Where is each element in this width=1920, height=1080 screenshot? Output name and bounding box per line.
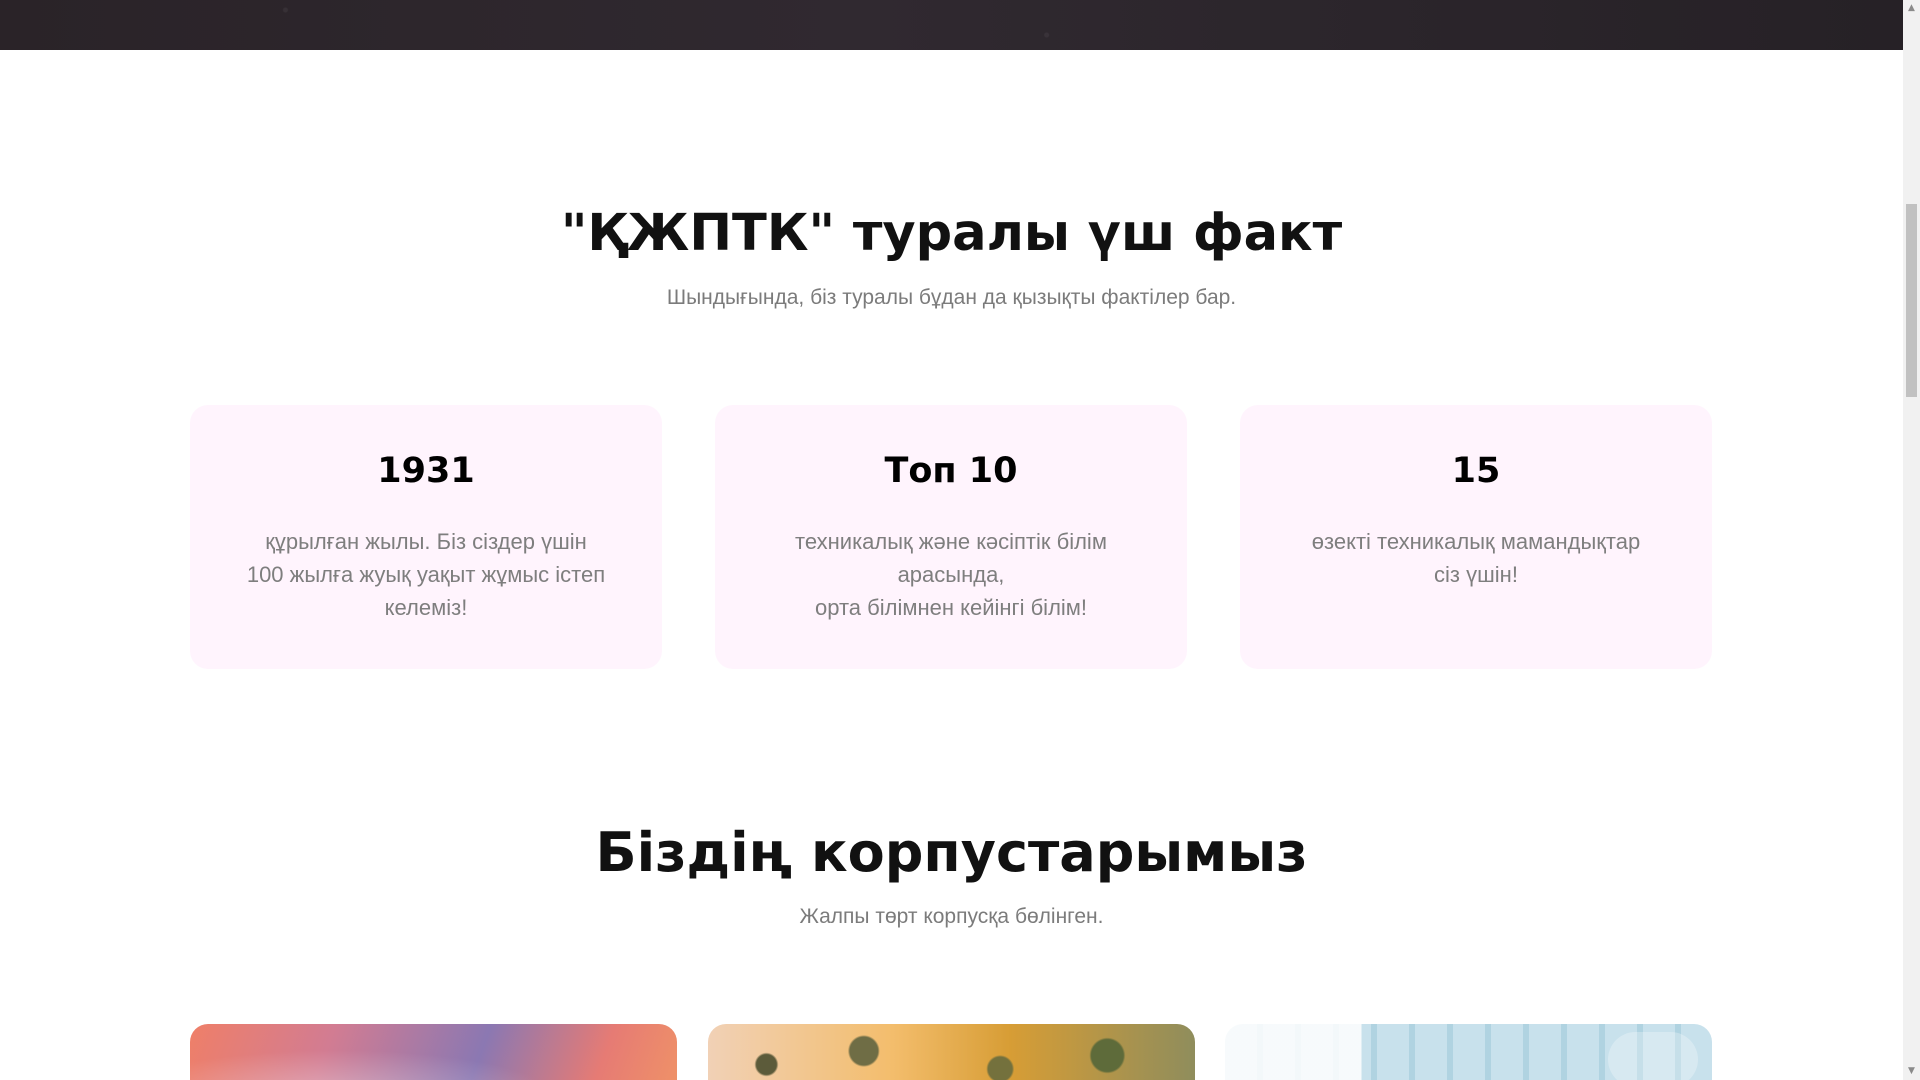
vertical-scrollbar[interactable]: ▲ ▼	[1903, 0, 1920, 1080]
fact-card-specialties: 15 өзекті техникалық мамандықтар сіз үші…	[1240, 405, 1712, 669]
campuses-title: Біздің корпустарымыз	[595, 821, 1308, 884]
campus-card-image[interactable]	[708, 1024, 1195, 1080]
browser-viewport: "ҚЖПТК" туралы үш факт Шындығында, біз т…	[0, 0, 1920, 1080]
scroll-thumb[interactable]	[1906, 204, 1917, 397]
fact-value: Топ 10	[884, 451, 1018, 491]
scroll-up-icon[interactable]: ▲	[1903, 0, 1920, 17]
fact-card-top-ten: Топ 10 техникалық және кәсіптік білім ар…	[715, 405, 1187, 669]
fact-description: техникалық және кәсіптік білім арасында,…	[795, 529, 1107, 620]
hero-image-strip	[0, 0, 1903, 50]
web-page: "ҚЖПТК" туралы үш факт Шындығында, біз т…	[0, 0, 1903, 1080]
fact-value: 1931	[377, 451, 475, 491]
image-highlight	[1608, 1032, 1698, 1080]
fact-description: өзекті техникалық мамандықтар сіз үшін!	[1311, 529, 1641, 587]
fact-value: 15	[1451, 451, 1501, 491]
facts-subtitle: Шындығында, біз туралы бұдан да қызықты …	[666, 286, 1237, 309]
scroll-down-icon[interactable]: ▼	[1903, 1063, 1920, 1080]
facts-title: "ҚЖПТК" туралы үш факт	[560, 204, 1343, 263]
campus-card-image[interactable]	[190, 1024, 677, 1080]
fact-card-founded: 1931 құрылған жылы. Біз сіздер үшін 100 …	[190, 405, 662, 669]
campus-card-image[interactable]	[1225, 1024, 1712, 1080]
fact-description: құрылған жылы. Біз сіздер үшін 100 жылға…	[246, 529, 606, 620]
campuses-subtitle: Жалпы төрт корпусқа бөлінген.	[799, 905, 1104, 928]
